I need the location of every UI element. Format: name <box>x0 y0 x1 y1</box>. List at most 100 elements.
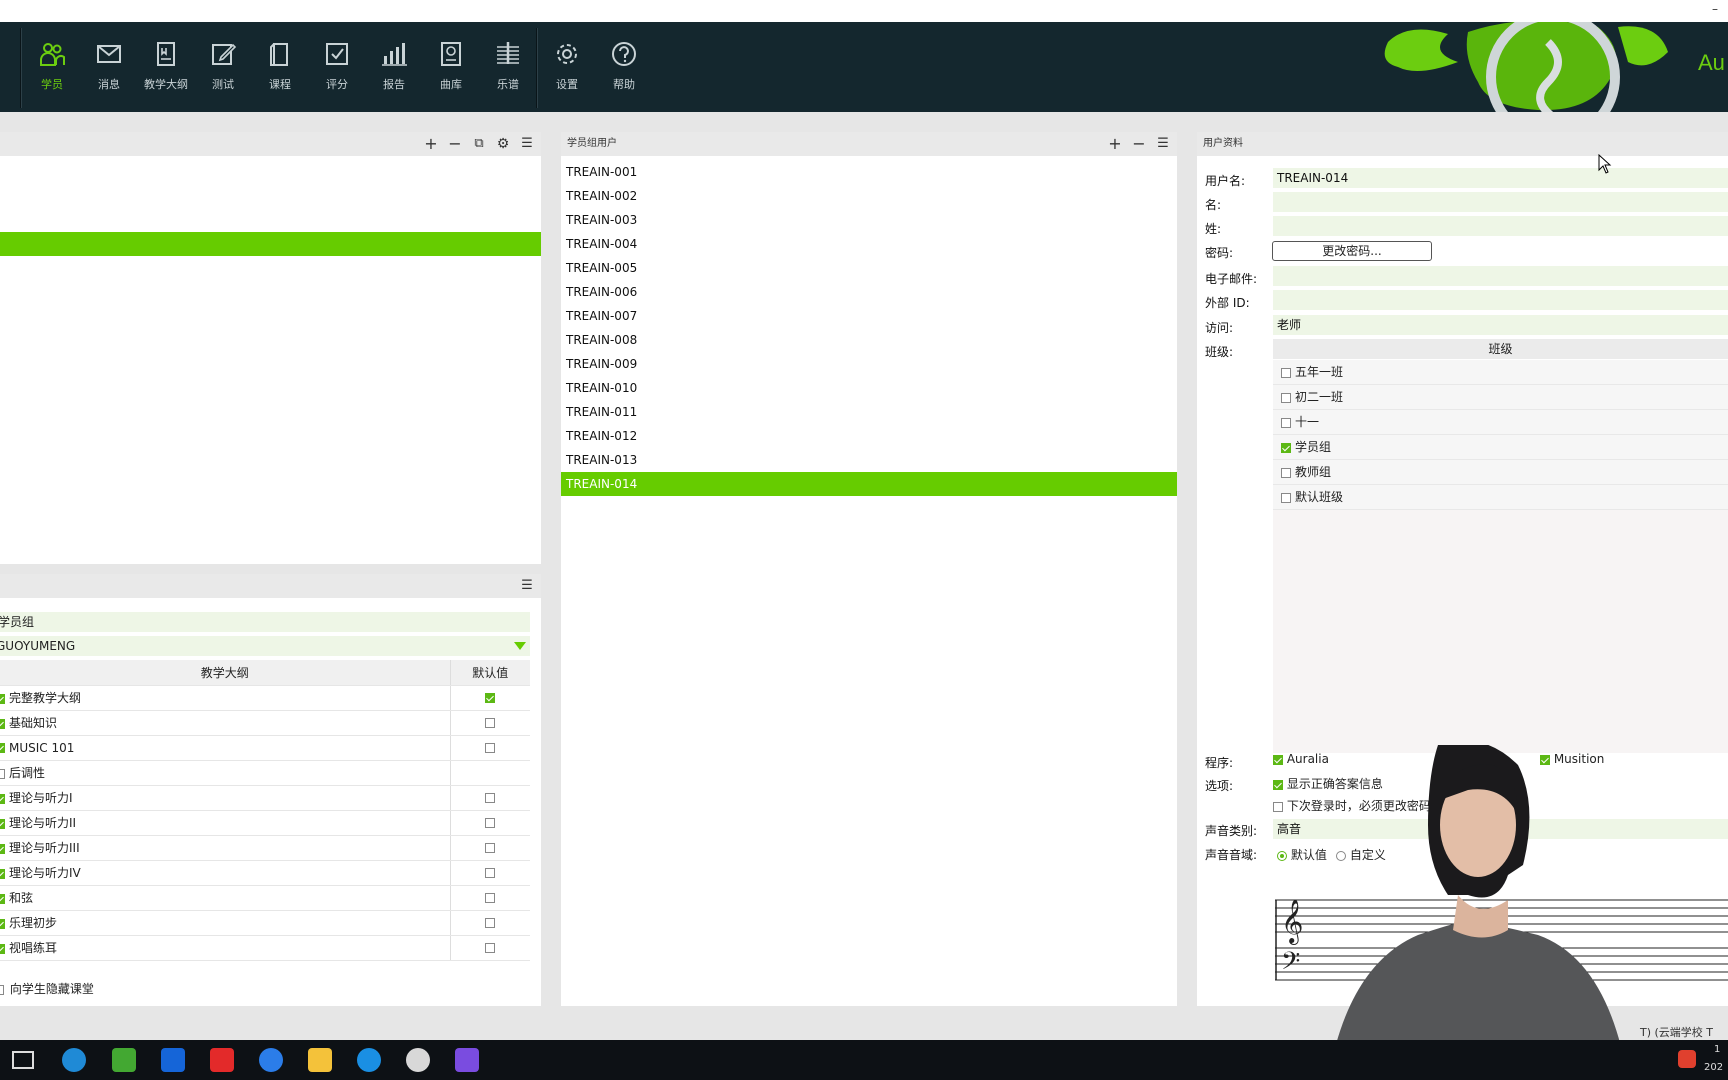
syllabus-checkbox[interactable] <box>0 893 5 904</box>
toolbar-item-grading[interactable]: 评分 <box>309 22 365 112</box>
class-list-item[interactable]: 学员组 <box>1273 435 1728 460</box>
toolbar-item-test[interactable]: 测试 <box>195 22 251 112</box>
email-field[interactable] <box>1273 266 1728 286</box>
toolbar-item-messages[interactable]: 消息 <box>81 22 137 112</box>
default-checkbox[interactable] <box>485 893 496 903</box>
add-icon[interactable]: + <box>423 136 439 152</box>
hide-class-checkbox[interactable] <box>0 984 4 995</box>
class-list-item[interactable]: 教师组 <box>1273 460 1728 485</box>
add-icon[interactable]: + <box>1107 136 1123 152</box>
class-list-item[interactable]: 十一 <box>1273 410 1728 435</box>
remove-icon[interactable]: − <box>447 136 463 152</box>
user-list-item[interactable]: TREAIN-014 <box>561 472 1177 496</box>
first-name-field[interactable] <box>1273 192 1728 212</box>
toolbar-item-reports[interactable]: 报告 <box>366 22 422 112</box>
external-id-field[interactable] <box>1273 290 1728 310</box>
default-checkbox[interactable] <box>485 718 496 728</box>
toolbar-item-help[interactable]: 帮助 <box>596 22 652 112</box>
syllabus-checkbox[interactable] <box>0 693 5 704</box>
class-checkbox[interactable] <box>1281 492 1291 503</box>
class-list-item[interactable]: 五年一班 <box>1273 360 1728 385</box>
toolbar-item-scores[interactable]: 乐谱 <box>480 22 536 112</box>
owner-select[interactable]: GUOYUMENG <box>0 636 530 656</box>
default-checkbox[interactable] <box>485 843 496 853</box>
edge-browser-icon[interactable] <box>62 1048 86 1072</box>
class-checkbox[interactable] <box>1281 367 1291 378</box>
syllabus-row[interactable]: 理论与听力I <box>0 785 530 811</box>
class-checkbox[interactable] <box>1281 467 1291 478</box>
username-field[interactable]: TREAIN-014 <box>1273 168 1728 188</box>
syllabus-checkbox[interactable] <box>0 818 5 829</box>
syllabus-checkbox[interactable] <box>0 868 5 879</box>
default-checkbox[interactable] <box>485 943 496 953</box>
group-name-field[interactable]: 学员组 <box>0 612 530 632</box>
wps-office-icon[interactable] <box>210 1048 234 1072</box>
file-explorer-icon[interactable] <box>308 1048 332 1072</box>
syllabus-row[interactable]: 完整教学大纲 <box>0 685 530 711</box>
toolbar-item-partial[interactable] <box>0 22 16 112</box>
last-name-field[interactable] <box>1273 216 1728 236</box>
toolbar-item-students[interactable]: 学员 <box>24 22 80 112</box>
user-list-item[interactable]: TREAIN-008 <box>561 328 1177 352</box>
default-checkbox[interactable] <box>485 693 496 703</box>
tray-app-icon[interactable] <box>1678 1050 1696 1068</box>
app-blue-icon[interactable] <box>161 1048 185 1072</box>
syllabus-row[interactable]: 基础知识 <box>0 710 530 736</box>
user-list-item[interactable]: TREAIN-004 <box>561 232 1177 256</box>
user-list-item[interactable]: TREAIN-001 <box>561 160 1177 184</box>
task-view-icon[interactable] <box>12 1051 34 1069</box>
toolbar-item-settings[interactable]: 设置 <box>539 22 595 112</box>
user-list-item[interactable]: TREAIN-002 <box>561 184 1177 208</box>
syllabus-row[interactable]: 理论与听力II <box>0 810 530 836</box>
toolbar-item-syllabus[interactable]: 教学大纲 <box>138 22 194 112</box>
toolbar-item-course[interactable]: 课程 <box>252 22 308 112</box>
user-list-item[interactable]: TREAIN-012 <box>561 424 1177 448</box>
user-list-item[interactable]: TREAIN-005 <box>561 256 1177 280</box>
minimize-icon[interactable]: – <box>1712 2 1718 16</box>
default-checkbox[interactable] <box>485 868 496 878</box>
user-list-item[interactable]: TREAIN-013 <box>561 448 1177 472</box>
skype-icon[interactable] <box>357 1048 381 1072</box>
syllabus-row[interactable]: 视唱练耳 <box>0 935 530 961</box>
syllabus-row[interactable]: 理论与听力IV <box>0 860 530 886</box>
syllabus-row[interactable]: 理论与听力III <box>0 835 530 861</box>
class-checkbox[interactable] <box>1281 442 1291 453</box>
user-list-item[interactable]: TREAIN-010 <box>561 376 1177 400</box>
access-field[interactable]: 老师 <box>1273 315 1728 335</box>
syllabus-row[interactable]: 和弦 <box>0 885 530 911</box>
app-purple-icon[interactable] <box>455 1048 479 1072</box>
class-list-item[interactable]: 默认班级 <box>1273 485 1728 510</box>
toolbar-item-library[interactable]: 曲库 <box>423 22 479 112</box>
duplicate-icon[interactable]: ⧉ <box>471 136 487 152</box>
class-checkbox[interactable] <box>1281 392 1291 403</box>
menu-icon[interactable]: ☰ <box>1155 136 1171 152</box>
syllabus-row[interactable]: MUSIC 101 <box>0 735 530 761</box>
selected-group-row[interactable] <box>0 232 541 256</box>
user-list-item[interactable]: TREAIN-009 <box>561 352 1177 376</box>
gear-icon[interactable]: ⚙ <box>495 136 511 152</box>
default-checkbox[interactable] <box>485 743 496 753</box>
change-password-button[interactable]: 更改密码... <box>1272 241 1432 261</box>
default-checkbox[interactable] <box>485 818 496 828</box>
remove-icon[interactable]: − <box>1131 136 1147 152</box>
app-sphere-icon[interactable] <box>259 1048 283 1072</box>
default-checkbox[interactable] <box>485 918 496 928</box>
menu-icon[interactable]: ☰ <box>519 136 535 152</box>
syllabus-checkbox[interactable] <box>0 718 5 729</box>
hide-class-option[interactable]: 向学生隐藏课堂 <box>0 980 94 997</box>
class-checkbox[interactable] <box>1281 417 1291 428</box>
default-checkbox[interactable] <box>485 793 496 803</box>
app-green-icon[interactable] <box>112 1048 136 1072</box>
app-egg-icon[interactable] <box>406 1048 430 1072</box>
syllabus-checkbox[interactable] <box>0 743 5 753</box>
syllabus-checkbox[interactable] <box>0 918 5 929</box>
syllabus-row[interactable]: 乐理初步 <box>0 910 530 936</box>
user-list-item[interactable]: TREAIN-003 <box>561 208 1177 232</box>
menu-icon[interactable]: ☰ <box>519 578 535 594</box>
syllabus-row[interactable]: 后调性 <box>0 760 530 786</box>
syllabus-checkbox[interactable] <box>0 768 5 779</box>
syllabus-checkbox[interactable] <box>0 943 5 954</box>
user-list-item[interactable]: TREAIN-011 <box>561 400 1177 424</box>
syllabus-checkbox[interactable] <box>0 793 5 804</box>
syllabus-checkbox[interactable] <box>0 843 5 854</box>
